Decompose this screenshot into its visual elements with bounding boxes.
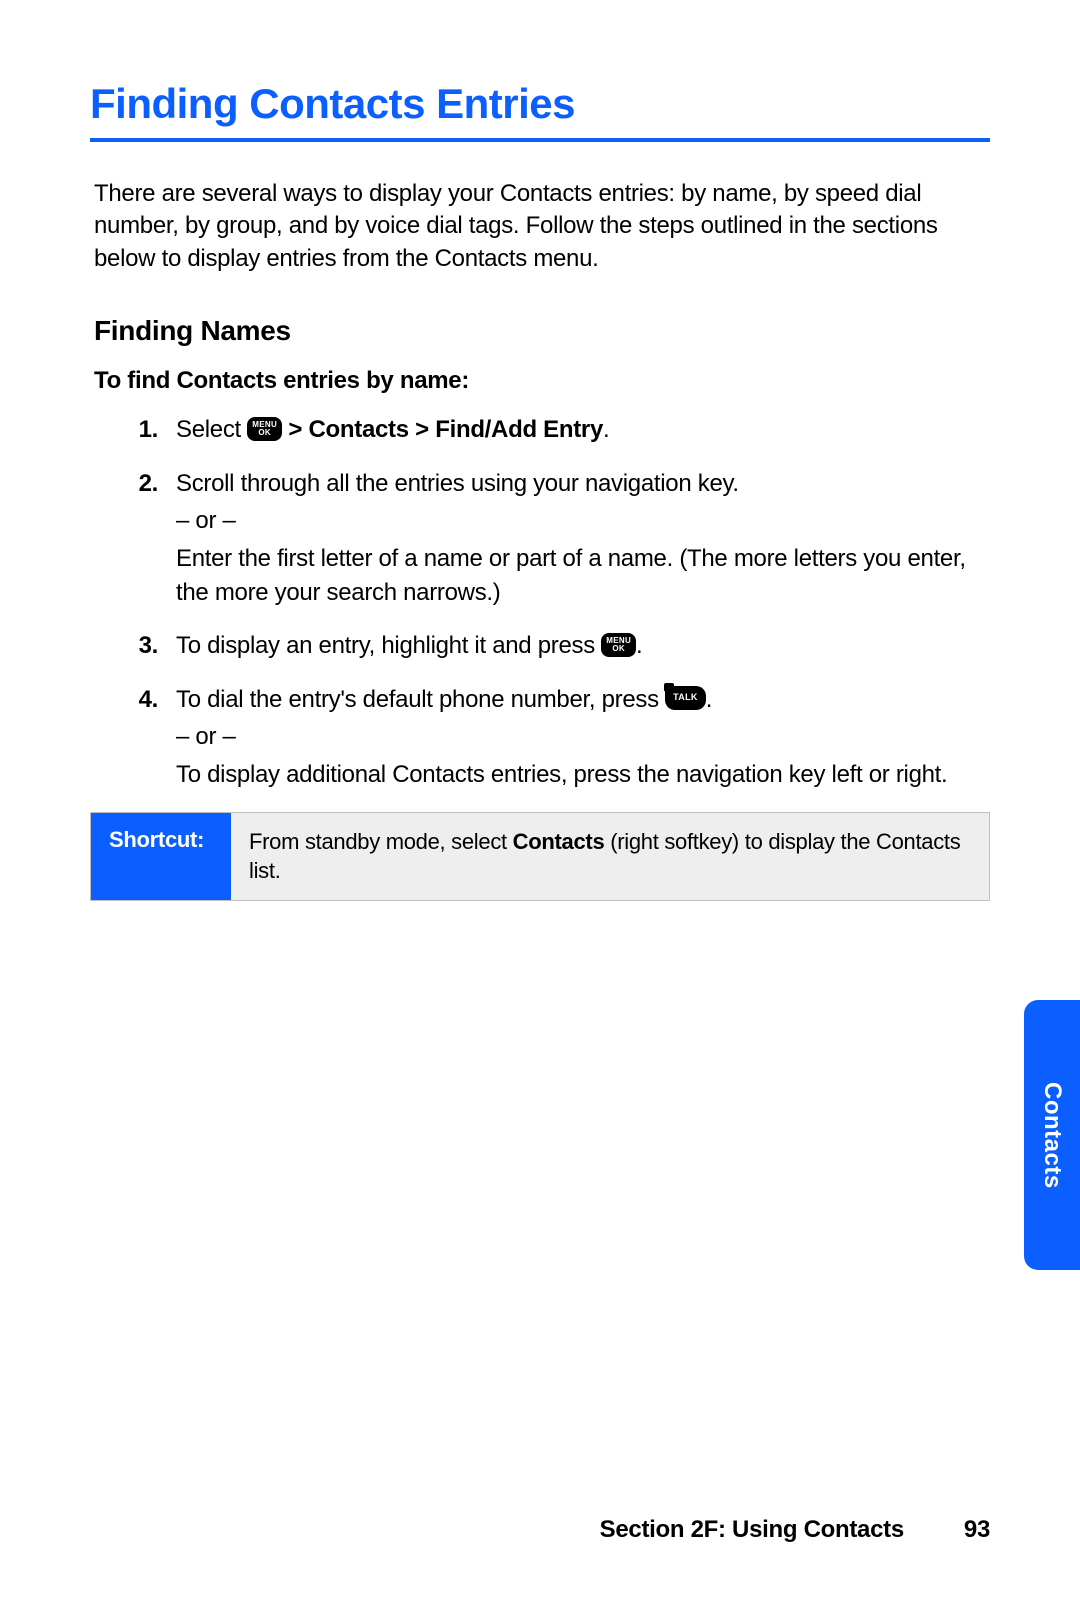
shortcut-callout: Shortcut: From standby mode, select Cont… — [90, 812, 990, 901]
step-number: 1. — [130, 413, 158, 447]
section-heading-finding-names: Finding Names — [90, 315, 990, 347]
step-4: 4. To dial the entry's default phone num… — [130, 683, 990, 792]
side-tab-contacts: Contacts — [1024, 1000, 1080, 1270]
page-title: Finding Contacts Entries — [90, 80, 990, 142]
step-content: To display an entry, highlight it and pr… — [176, 629, 990, 663]
step-number: 4. — [130, 683, 158, 792]
shortcut-label: Shortcut: — [91, 813, 231, 900]
step-content: Scroll through all the entries using you… — [176, 467, 990, 609]
footer-page-number: 93 — [964, 1516, 990, 1544]
step-number: 2. — [130, 467, 158, 609]
step-2: 2. Scroll through all the entries using … — [130, 467, 990, 609]
page-footer: Section 2F: Using Contacts 93 — [600, 1516, 990, 1544]
step-number: 3. — [130, 629, 158, 663]
step-1: 1. Select MENUOK > Contacts > Find/Add E… — [130, 413, 990, 447]
instruction-lead: To find Contacts entries by name: — [90, 367, 990, 395]
menu-ok-key-icon: MENUOK — [601, 633, 636, 657]
steps-list: 1. Select MENUOK > Contacts > Find/Add E… — [90, 413, 990, 791]
step-content: To dial the entry's default phone number… — [176, 683, 990, 792]
shortcut-body: From standby mode, select Contacts (righ… — [231, 813, 989, 900]
intro-paragraph: There are several ways to display your C… — [90, 178, 990, 275]
footer-section: Section 2F: Using Contacts — [600, 1516, 904, 1544]
talk-key-icon: TALK — [665, 686, 706, 710]
step-content: Select MENUOK > Contacts > Find/Add Entr… — [176, 413, 990, 447]
menu-ok-key-icon: MENUOK — [247, 417, 282, 441]
side-tab-label: Contacts — [1038, 1082, 1066, 1189]
step-3: 3. To display an entry, highlight it and… — [130, 629, 990, 663]
